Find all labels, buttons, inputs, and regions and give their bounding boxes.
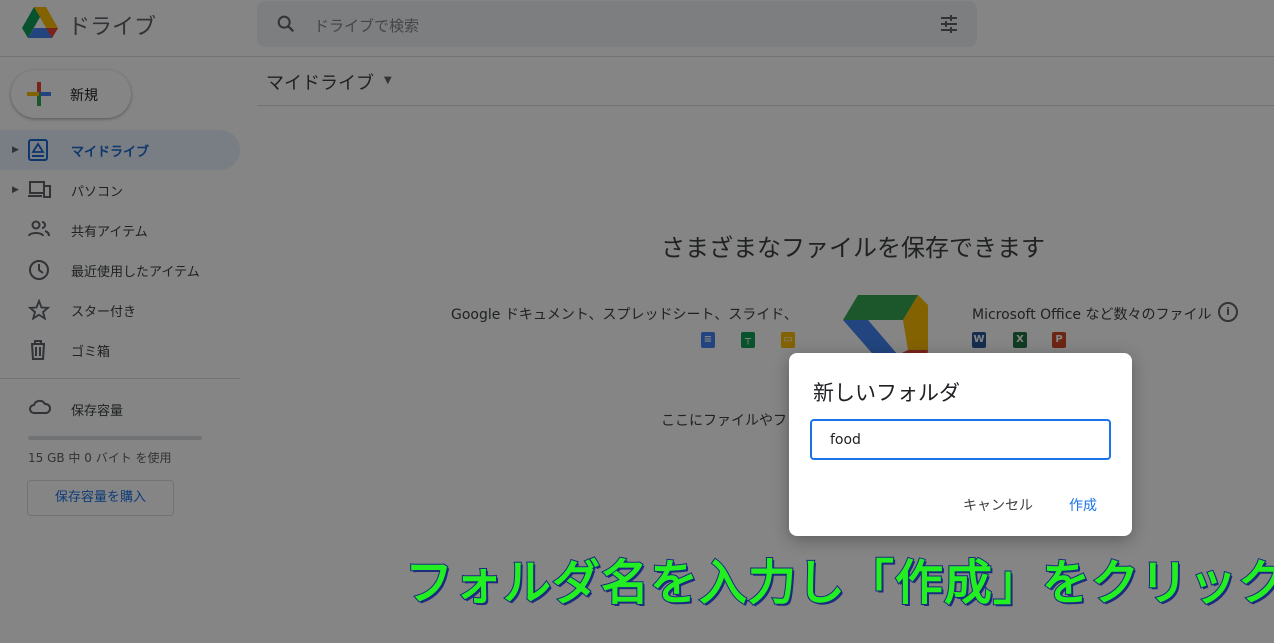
storage-label: 保存容量	[71, 404, 124, 419]
sidebar-item-label: マイドライブ	[71, 144, 150, 160]
my-drive-icon	[28, 139, 48, 161]
storage-usage-bar	[28, 436, 202, 440]
sidebar-item-my-drive[interactable]: ▶ マイドライブ	[0, 130, 240, 170]
sidebar-item-label: ゴミ箱	[71, 344, 111, 360]
sidebar-item-label: 最近使用したアイテム	[71, 264, 200, 280]
storage-usage-text: 15 GB 中 0 バイト を使用	[28, 451, 172, 465]
app-title: ドライブ	[68, 15, 157, 40]
search-options-icon[interactable]	[939, 14, 959, 34]
dialog-title: 新しいフォルダ	[813, 381, 960, 405]
sidebar-nav: ▶ マイドライブ ▶ パソコン 共有アイテム 最近使用したアイテム スター付き …	[0, 130, 240, 370]
word-icon: W	[972, 332, 986, 348]
drive-logo-icon[interactable]	[22, 6, 58, 40]
trash-icon	[31, 340, 45, 360]
sidebar-item-label: 共有アイテム	[71, 224, 148, 240]
drive-illustration-icon	[843, 295, 928, 362]
sidebar-item-label: パソコン	[71, 184, 124, 200]
new-folder-dialog: 新しいフォルダ キャンセル 作成	[789, 353, 1132, 536]
breadcrumb-my-drive[interactable]: マイドライブ	[266, 69, 374, 95]
search-icon[interactable]	[275, 13, 297, 35]
sidebar-divider	[0, 378, 240, 379]
google-files-text: Google ドキュメント、スプレッドシート、スライド、	[451, 307, 798, 323]
expand-arrow-icon[interactable]: ▶	[12, 185, 19, 195]
excel-icon: X	[1013, 332, 1027, 348]
search-input[interactable]: ドライブで検索	[314, 15, 419, 36]
storage-section[interactable]: 保存容量	[28, 396, 123, 420]
sidebar-item-recent[interactable]: 最近使用したアイテム	[0, 250, 240, 290]
slides-icon: ▭	[781, 332, 795, 348]
cloud-icon	[29, 399, 52, 414]
sidebar-item-computers[interactable]: ▶ パソコン	[0, 170, 240, 210]
sidebar-item-trash[interactable]: ゴミ箱	[0, 330, 240, 370]
shared-icon	[28, 220, 50, 237]
new-button[interactable]: 新規	[11, 70, 131, 118]
expand-arrow-icon[interactable]: ▶	[12, 145, 19, 155]
sidebar-item-label: スター付き	[71, 304, 137, 320]
search-bar[interactable]: ドライブで検索	[257, 1, 977, 47]
create-button[interactable]: 作成	[1069, 495, 1097, 515]
new-button-label: 新規	[70, 88, 98, 104]
computers-icon	[28, 181, 51, 198]
cancel-button[interactable]: キャンセル	[963, 495, 1033, 515]
ms-office-text: Microsoft Office など数々のファイル	[972, 307, 1212, 323]
powerpoint-icon: P	[1052, 332, 1066, 348]
folder-name-input[interactable]	[810, 419, 1111, 460]
clock-icon	[29, 260, 49, 280]
sheets-icon: ┬	[741, 332, 755, 348]
empty-state-title: さまざまなファイルを保存できます	[661, 234, 1045, 262]
breadcrumb: マイドライブ ▼	[257, 57, 1274, 106]
chevron-down-icon[interactable]: ▼	[384, 75, 392, 86]
star-icon	[28, 299, 50, 321]
buy-storage-button[interactable]: 保存容量を購入	[27, 480, 174, 516]
sidebar-item-shared[interactable]: 共有アイテム	[0, 210, 240, 250]
header: ドライブ ドライブで検索	[0, 0, 1274, 57]
instruction-caption: フォルダ名を入力し「作成」をクリック	[404, 554, 1274, 612]
sidebar-item-starred[interactable]: スター付き	[0, 290, 240, 330]
docs-icon: ≡	[701, 332, 715, 348]
plus-icon	[27, 82, 51, 106]
drop-hint-text: ここにファイルやフ	[661, 413, 787, 429]
info-icon[interactable]: i	[1218, 302, 1238, 322]
